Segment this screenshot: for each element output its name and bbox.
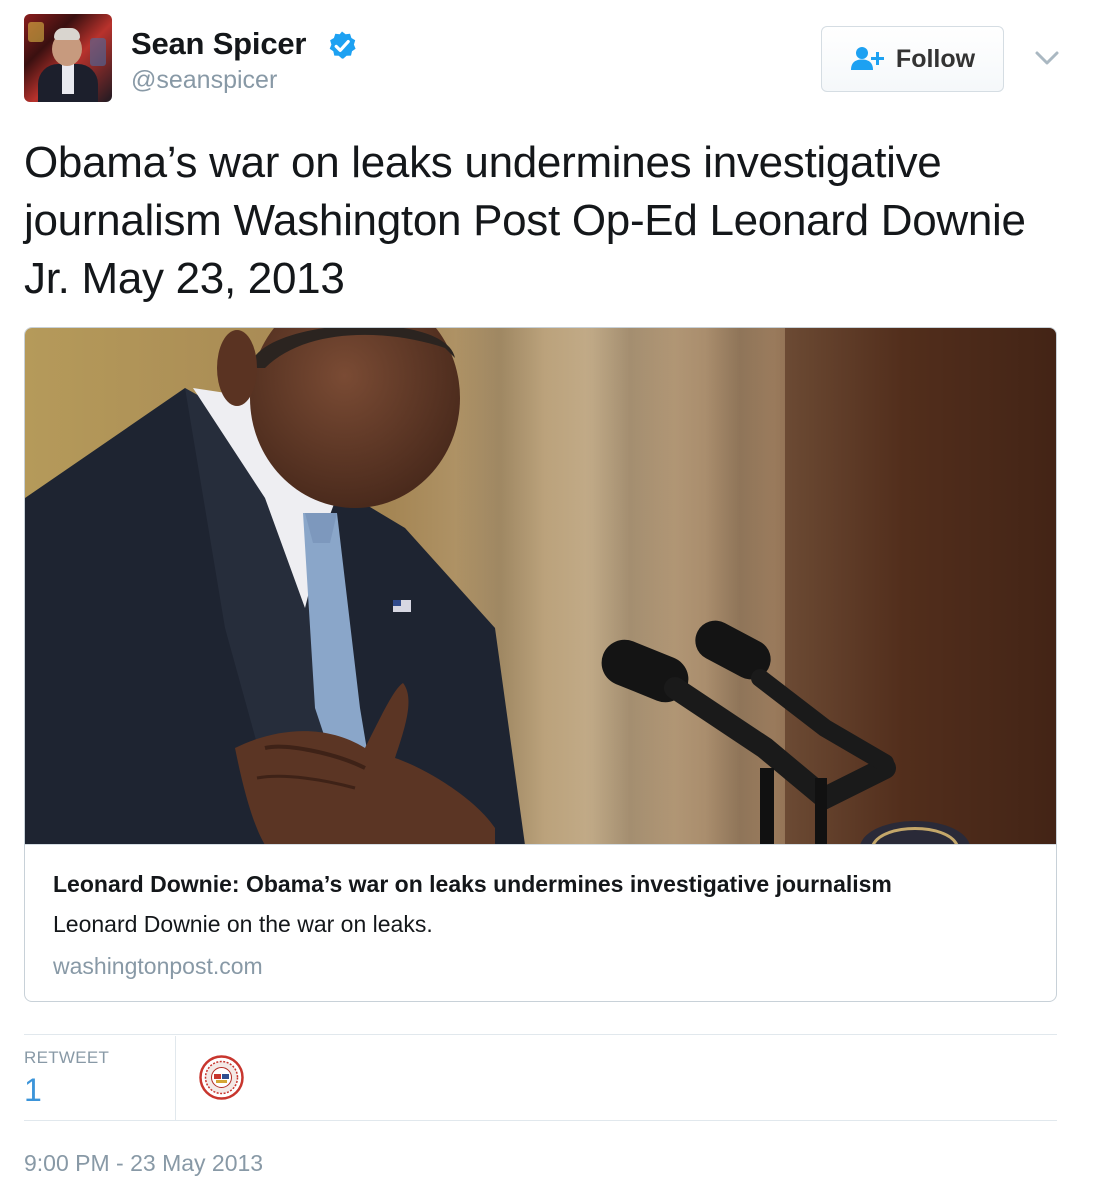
avatar-hair xyxy=(54,28,80,40)
card-body: Leonard Downie: Obama’s war on leaks und… xyxy=(25,845,1056,1001)
avatar-background-detail xyxy=(90,38,106,66)
avatar-shirt xyxy=(62,64,74,94)
retweet-count[interactable]: 1 xyxy=(24,1072,42,1109)
author-handle[interactable]: @seanspicer xyxy=(131,66,277,95)
tweet-text: Obama’s war on leaks undermines investig… xyxy=(24,138,1026,303)
follow-button-label: Follow xyxy=(895,44,976,73)
author-avatar[interactable] xyxy=(24,14,112,102)
avatar-background-detail xyxy=(28,22,44,42)
tweet: Sean Spicer @seanspicer Follow Obama’s w… xyxy=(0,0,1098,1200)
card-description: Leonard Downie on the war on leaks. xyxy=(53,911,433,937)
author-name[interactable]: Sean Spicer xyxy=(131,26,306,62)
person-plus-icon xyxy=(850,47,884,70)
link-card[interactable]: Leonard Downie: Obama’s war on leaks und… xyxy=(24,327,1057,1002)
follow-button[interactable]: Follow xyxy=(821,26,1004,92)
retweeter-avatar[interactable] xyxy=(199,1055,244,1100)
card-photo xyxy=(25,328,1056,844)
card-title: Leonard Downie: Obama’s war on leaks und… xyxy=(53,871,892,897)
tweet-timestamp[interactable]: 9:00 PM - 23 May 2013 xyxy=(24,1150,263,1177)
card-domain: washingtonpost.com xyxy=(53,953,263,979)
stats-bottom-divider xyxy=(24,1120,1057,1121)
stats-vertical-divider xyxy=(175,1036,176,1120)
stats-top-divider xyxy=(24,1034,1057,1035)
retweet-label: RETWEET xyxy=(24,1048,110,1067)
verified-badge-icon xyxy=(329,31,356,59)
card-image xyxy=(25,328,1056,845)
chevron-down-icon[interactable] xyxy=(1032,44,1062,72)
